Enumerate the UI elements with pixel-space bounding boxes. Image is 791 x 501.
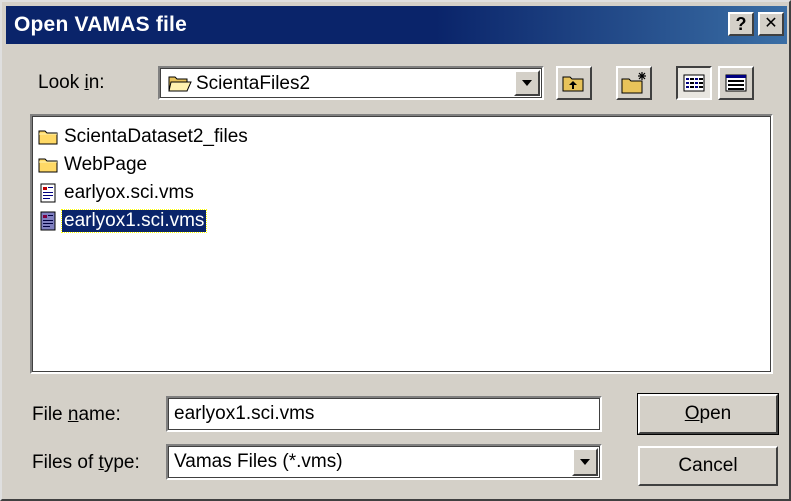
details-view-icon [725, 74, 747, 92]
list-item-file-selected[interactable]: earlyox1.sci.vms [38, 208, 208, 234]
help-icon: ? [735, 14, 747, 34]
open-file-dialog: Open VAMAS file ? ✕ Look in: ScientaFile… [0, 0, 791, 501]
create-new-folder-icon [621, 72, 646, 94]
file-name-text: earlyox1.sci.vms [60, 209, 208, 233]
file-name-input[interactable] [166, 396, 602, 432]
chevron-down-icon [580, 459, 590, 465]
look-in-combo[interactable]: ScientaFiles2 [158, 66, 544, 100]
folder-icon [38, 158, 58, 173]
look-in-value: ScientaFiles2 [196, 73, 311, 94]
document-icon [40, 183, 56, 203]
file-list[interactable]: ScientaDataset2_files WebPage earlyox.sc… [30, 114, 773, 374]
list-item-folder[interactable]: WebPage [38, 152, 149, 178]
look-in-dropdown-button[interactable] [514, 70, 540, 96]
folder-icon [38, 130, 58, 145]
file-type-value: Vamas Files (*.vms) [174, 451, 343, 472]
file-name-label: File name: [32, 404, 121, 425]
open-folder-icon [168, 76, 192, 92]
file-name-text: WebPage [64, 154, 148, 175]
file-type-dropdown-button[interactable] [572, 448, 598, 476]
look-in-label: Look in: [38, 72, 105, 93]
close-button[interactable]: ✕ [758, 12, 784, 36]
up-one-level-button[interactable] [556, 66, 592, 100]
list-view-button[interactable] [676, 66, 712, 100]
dialog-title: Open VAMAS file [14, 13, 187, 36]
document-icon [40, 211, 56, 231]
open-button[interactable]: Open [637, 393, 779, 435]
file-name-text: earlyox.sci.vms [64, 182, 194, 203]
create-new-folder-button[interactable] [616, 66, 652, 100]
file-type-label: Files of type: [32, 452, 140, 473]
up-one-level-icon [562, 76, 584, 92]
list-item-folder[interactable]: ScientaDataset2_files [38, 124, 250, 150]
chevron-down-icon [522, 80, 532, 86]
file-type-combo[interactable]: Vamas Files (*.vms) [166, 444, 602, 480]
close-icon: ✕ [764, 15, 778, 32]
list-view-icon [683, 74, 705, 92]
list-item-file[interactable]: earlyox.sci.vms [38, 180, 196, 206]
details-view-button[interactable] [718, 66, 754, 100]
help-button[interactable]: ? [728, 12, 754, 36]
file-name-text: ScientaDataset2_files [64, 126, 248, 147]
title-bar[interactable]: Open VAMAS file ? ✕ [6, 6, 787, 44]
cancel-button[interactable]: Cancel [638, 446, 778, 486]
